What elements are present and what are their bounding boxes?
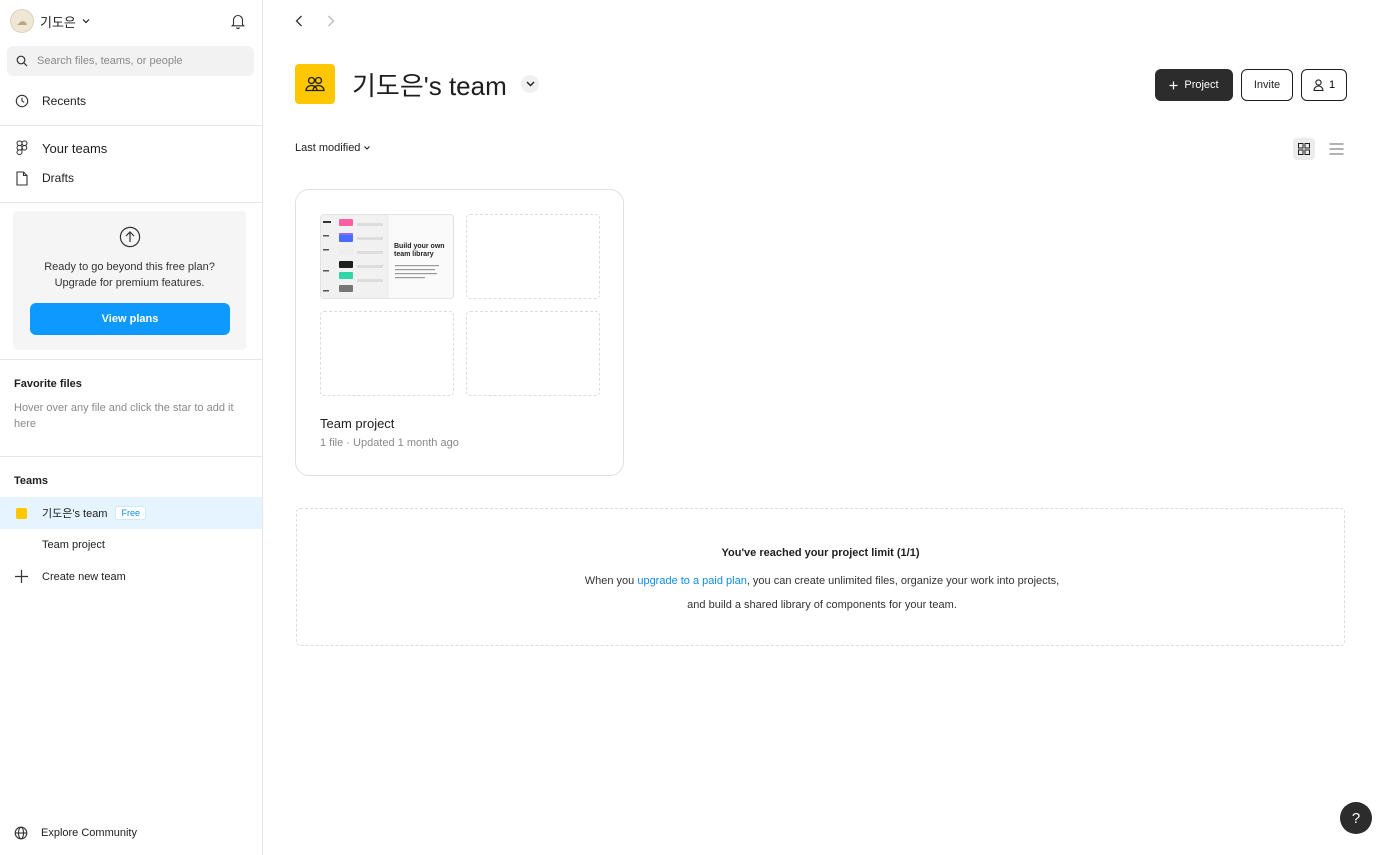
empty-file-slot — [320, 311, 454, 396]
team-icon — [295, 64, 335, 104]
project-card[interactable]: Build your own team library Team project… — [295, 189, 624, 476]
explore-community-label: Explore Community — [41, 827, 137, 839]
account-switcher[interactable]: ☁ 기도은 — [10, 9, 90, 33]
new-project-button[interactable]: Project — [1155, 69, 1233, 101]
account-name: 기도은 — [40, 14, 76, 30]
plus-icon — [1169, 81, 1178, 89]
limit-title: You've reached your project limit (1/1) — [721, 547, 920, 559]
create-new-team-button[interactable]: Create new team — [14, 569, 126, 584]
bell-icon[interactable] — [229, 12, 247, 30]
upgrade-line-1: Ready to go beyond this free plan? — [44, 261, 215, 273]
user-icon — [1313, 79, 1324, 91]
team-menu-button[interactable] — [521, 75, 539, 93]
upgrade-card: Ready to go beyond this free plan? Upgra… — [13, 211, 246, 350]
clock-icon — [14, 94, 29, 109]
back-button[interactable] — [293, 12, 305, 30]
sort-dropdown[interactable]: Last modified — [295, 142, 371, 154]
grid-view-button[interactable] — [1293, 138, 1315, 160]
chevron-down-icon — [526, 81, 534, 87]
people-icon — [305, 76, 325, 92]
upgrade-line-2: Upgrade for premium features. — [54, 277, 205, 289]
divider — [0, 456, 262, 457]
view-plans-button[interactable]: View plans — [30, 303, 230, 335]
forward-button[interactable] — [325, 12, 337, 30]
avatar[interactable]: ☁ — [10, 9, 34, 33]
divider — [0, 202, 262, 203]
search-input[interactable] — [37, 55, 237, 67]
sidebar-item-drafts[interactable]: Drafts — [0, 163, 262, 193]
search-box[interactable] — [7, 46, 254, 76]
sidebar-item-recents[interactable]: Recents — [0, 86, 262, 116]
members-button[interactable]: 1 — [1301, 69, 1347, 101]
project-meta: 1 file · Updated 1 month ago — [320, 437, 459, 449]
sidebar-item-your-teams[interactable]: Your teams — [0, 133, 262, 163]
chevron-right-icon — [328, 15, 335, 27]
chevron-down-icon — [364, 146, 371, 150]
sidebar-item-label: Drafts — [42, 171, 75, 185]
history-nav — [293, 12, 337, 30]
list-view-button[interactable] — [1325, 138, 1347, 160]
sidebar-item-team-project[interactable]: Team project — [42, 539, 105, 551]
plan-badge: Free — [115, 506, 146, 520]
upgrade-link[interactable]: upgrade to a paid plan — [637, 575, 746, 587]
favorite-files-title: Favorite files — [14, 378, 82, 390]
project-name: Team project — [320, 416, 395, 431]
member-count: 1 — [1328, 79, 1336, 91]
file-preview-heading: Build your own team library — [394, 243, 445, 258]
limit-text-before: When you — [584, 575, 638, 587]
search-icon — [16, 55, 28, 67]
create-new-team-label: Create new team — [42, 570, 126, 583]
page-title: 기도은's team — [352, 71, 507, 101]
team-color-swatch — [16, 507, 27, 519]
team-name: 기도은's team — [42, 508, 108, 520]
globe-icon — [14, 826, 28, 840]
help-button[interactable]: ? — [1340, 802, 1372, 834]
divider — [0, 359, 262, 360]
file-thumbnail[interactable]: Build your own team library — [320, 214, 454, 299]
explore-community-link[interactable]: Explore Community — [14, 826, 137, 840]
chevron-left-icon — [295, 15, 302, 27]
main-content: 기도은's team Project Invite 1 Last modifie… — [263, 0, 1378, 855]
sort-label: Last modified — [295, 142, 361, 154]
divider — [0, 125, 262, 126]
arrow-up-circle-icon — [119, 226, 141, 248]
sidebar-item-label: Your teams — [42, 140, 108, 156]
sidebar: ☁ 기도은 Recents Your teams Drafts Ready to… — [0, 0, 263, 855]
chevron-down-icon — [82, 19, 90, 24]
project-limit-notice: You've reached your project limit (1/1) … — [296, 508, 1345, 646]
sidebar-item-label: Recents — [42, 94, 87, 108]
favorite-files-hint: Hover over any file and click the star t… — [14, 402, 234, 430]
teams-title: Teams — [14, 475, 49, 487]
new-project-label: Project — [1184, 79, 1219, 91]
plus-icon — [15, 570, 28, 583]
invite-button[interactable]: Invite — [1241, 69, 1293, 101]
empty-file-slot — [466, 214, 600, 299]
file-icon — [14, 170, 29, 186]
figma-icon — [14, 140, 29, 156]
grid-icon — [1298, 143, 1310, 155]
empty-file-slot — [466, 311, 600, 396]
list-icon — [1329, 143, 1343, 155]
sidebar-item-team[interactable]: 기도은's team Free — [0, 497, 262, 529]
limit-body: When you upgrade to a paid plan, you can… — [582, 569, 1062, 617]
upgrade-text: Ready to go beyond this free plan? Upgra… — [13, 259, 246, 291]
